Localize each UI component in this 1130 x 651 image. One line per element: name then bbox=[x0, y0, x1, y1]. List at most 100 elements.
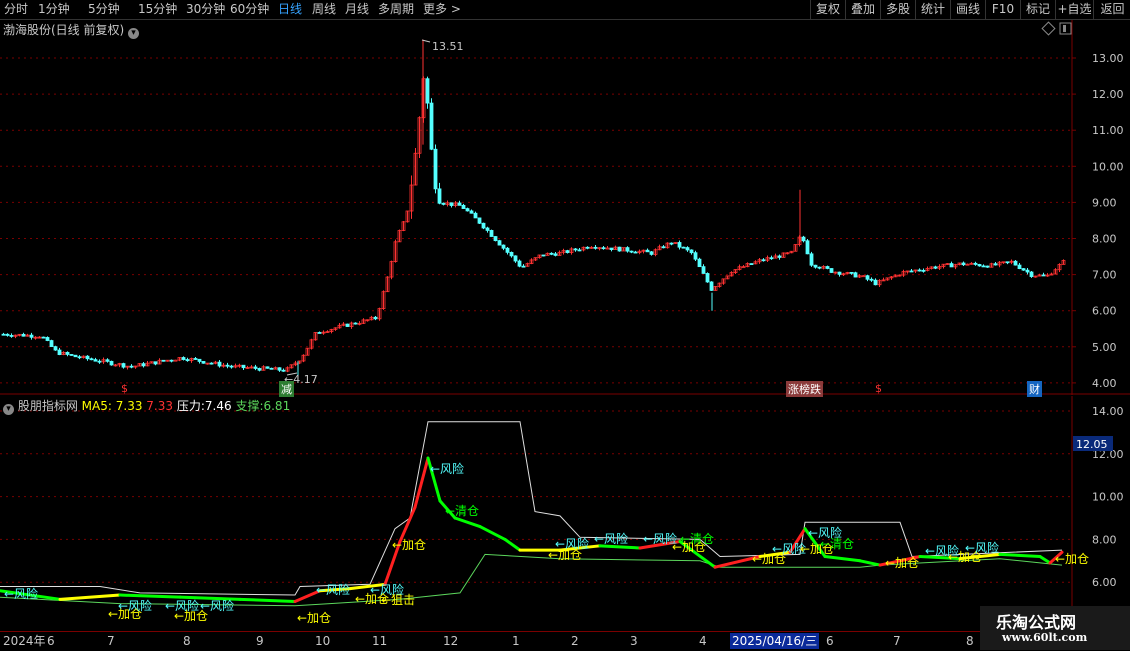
candle-body bbox=[909, 270, 914, 273]
candle-body bbox=[973, 262, 978, 265]
price-tick-label: 5.00 bbox=[1092, 341, 1117, 354]
mark-button[interactable]: 标记 bbox=[1020, 0, 1055, 19]
period-tab-active[interactable]: 日线 bbox=[278, 2, 302, 17]
candle-body bbox=[853, 272, 858, 278]
candle-body bbox=[489, 230, 494, 237]
candle-body bbox=[429, 102, 434, 150]
candle-body bbox=[105, 359, 110, 362]
event-marker[interactable]: 减 bbox=[279, 381, 294, 397]
signal-add: ←加仓 bbox=[392, 538, 426, 552]
candlesticks bbox=[1, 39, 1066, 377]
ma5-segment bbox=[598, 544, 642, 550]
candle-body bbox=[353, 322, 358, 325]
candle-body bbox=[485, 227, 490, 231]
indicator-legend: ▾ 股朋指标网 MA5: 7.33 7.33 压力:7.46 支撑:6.81 bbox=[3, 398, 290, 415]
event-marker[interactable]: 财 bbox=[1027, 381, 1042, 397]
candle-body bbox=[121, 363, 126, 368]
period-tab[interactable]: 30分钟 bbox=[186, 2, 225, 17]
signal-add: ←加仓 bbox=[1055, 552, 1089, 566]
indicator-panel[interactable]: 14.00 12.00 10.00 8.00 6.00 ←风险 ←加仓 ←风险 ←风险 ←加仓 ←… bbox=[0, 396, 1130, 631]
candle-body bbox=[481, 222, 486, 229]
candle-body bbox=[57, 349, 62, 356]
draw-line-button[interactable]: 画线 bbox=[950, 0, 985, 19]
candle-body bbox=[741, 266, 746, 269]
chevron-down-icon[interactable]: ▾ bbox=[3, 404, 14, 415]
candle-body bbox=[749, 263, 754, 265]
candle-body bbox=[197, 358, 202, 362]
price-tick-label: 9.00 bbox=[1092, 196, 1117, 209]
event-marker[interactable]: $ bbox=[121, 382, 128, 395]
candle-body bbox=[185, 359, 190, 362]
ma-value-2: 7.33 bbox=[146, 399, 174, 413]
price-axis-ticks: 13.00 12.00 11.00 10.00 9.00 8.00 7.00 6.00 5.00… bbox=[1072, 52, 1124, 390]
candle-body bbox=[517, 260, 522, 267]
month-label: 3 bbox=[630, 634, 638, 648]
period-tab[interactable]: 15分钟 bbox=[138, 2, 177, 17]
candle-body bbox=[141, 363, 146, 367]
candle-body bbox=[549, 252, 554, 255]
candle-body bbox=[1041, 274, 1046, 277]
price-tick-label: 13.00 bbox=[1092, 52, 1124, 65]
candle-body bbox=[605, 247, 610, 250]
candle-body bbox=[933, 266, 938, 269]
candle-body bbox=[21, 333, 26, 337]
more-menu[interactable]: 更多 > bbox=[423, 2, 461, 17]
candle-body bbox=[825, 266, 830, 269]
overlay-button[interactable]: 叠加 bbox=[845, 0, 880, 19]
month-label: 10 bbox=[315, 634, 331, 648]
candle-body bbox=[229, 365, 234, 368]
signal-risk: ←风险 bbox=[4, 586, 38, 601]
candle-body bbox=[565, 250, 570, 253]
multi-stock-button[interactable]: 多股 bbox=[880, 0, 915, 19]
indicator-name[interactable]: 股朋指标网 bbox=[18, 399, 78, 413]
candle-body bbox=[65, 351, 70, 355]
period-tab[interactable]: 60分钟 bbox=[230, 2, 269, 17]
add-watchlist-button[interactable]: +自选 bbox=[1055, 0, 1093, 19]
candle-body bbox=[985, 265, 990, 268]
kline-panel[interactable]: 13.00 12.00 11.00 10.00 9.00 8.00 7.00 6.00 5.00… bbox=[0, 20, 1130, 397]
event-marker[interactable]: $ bbox=[875, 382, 882, 395]
adjust-button[interactable]: 复权 bbox=[810, 0, 845, 19]
candle-body bbox=[681, 246, 686, 249]
period-tab[interactable]: 多周期 bbox=[378, 2, 414, 17]
watermark-url: www.60lt.com bbox=[1002, 631, 1088, 644]
ma5-segment bbox=[478, 525, 507, 541]
price-tick-label: 10.00 bbox=[1092, 160, 1124, 173]
candle-body bbox=[49, 340, 54, 348]
kline-chart: 13.00 12.00 11.00 10.00 9.00 8.00 7.00 6.00 5.00… bbox=[0, 20, 1130, 395]
candle-body bbox=[29, 334, 34, 338]
signal-clear: ←清仓 bbox=[820, 537, 854, 551]
candle-body bbox=[873, 279, 878, 286]
diamond-icon bbox=[1041, 21, 1056, 36]
signal-snipe: ←狙击 bbox=[381, 593, 415, 607]
month-label: 1 bbox=[512, 634, 520, 648]
candle-body bbox=[277, 367, 282, 371]
period-tab[interactable]: 月线 bbox=[345, 2, 369, 17]
signal-risk: ←风险 bbox=[594, 531, 628, 546]
period-tab[interactable]: 1分钟 bbox=[38, 2, 70, 17]
period-tab[interactable]: 5分钟 bbox=[88, 2, 120, 17]
candle-body bbox=[661, 246, 666, 249]
candle-body bbox=[513, 255, 518, 262]
candle-body bbox=[633, 251, 638, 254]
signal-risk: ←风险 bbox=[316, 582, 350, 597]
candle-body bbox=[181, 357, 186, 360]
event-marker[interactable]: 涨榜跌 bbox=[786, 381, 823, 397]
candle-body bbox=[469, 210, 474, 214]
month-label: 4 bbox=[699, 634, 707, 648]
period-tab[interactable]: 周线 bbox=[312, 2, 336, 17]
candle-body bbox=[425, 78, 430, 104]
candle-body bbox=[1013, 260, 1018, 266]
chevron-down-icon[interactable]: ▾ bbox=[128, 28, 140, 39]
back-button[interactable]: 返回 bbox=[1093, 0, 1130, 19]
candle-body bbox=[1017, 264, 1022, 270]
ma5-segment bbox=[503, 537, 522, 552]
f10-button[interactable]: F10 bbox=[985, 0, 1020, 19]
candle-body bbox=[509, 251, 514, 257]
candle-body bbox=[805, 240, 810, 255]
candle-body bbox=[813, 264, 818, 268]
stock-title[interactable]: 渤海股份(日线 前复权) ▾ bbox=[3, 22, 140, 39]
period-tab[interactable]: 分时 bbox=[4, 2, 28, 17]
candle-body bbox=[109, 360, 114, 366]
stats-button[interactable]: 统计 bbox=[915, 0, 950, 19]
